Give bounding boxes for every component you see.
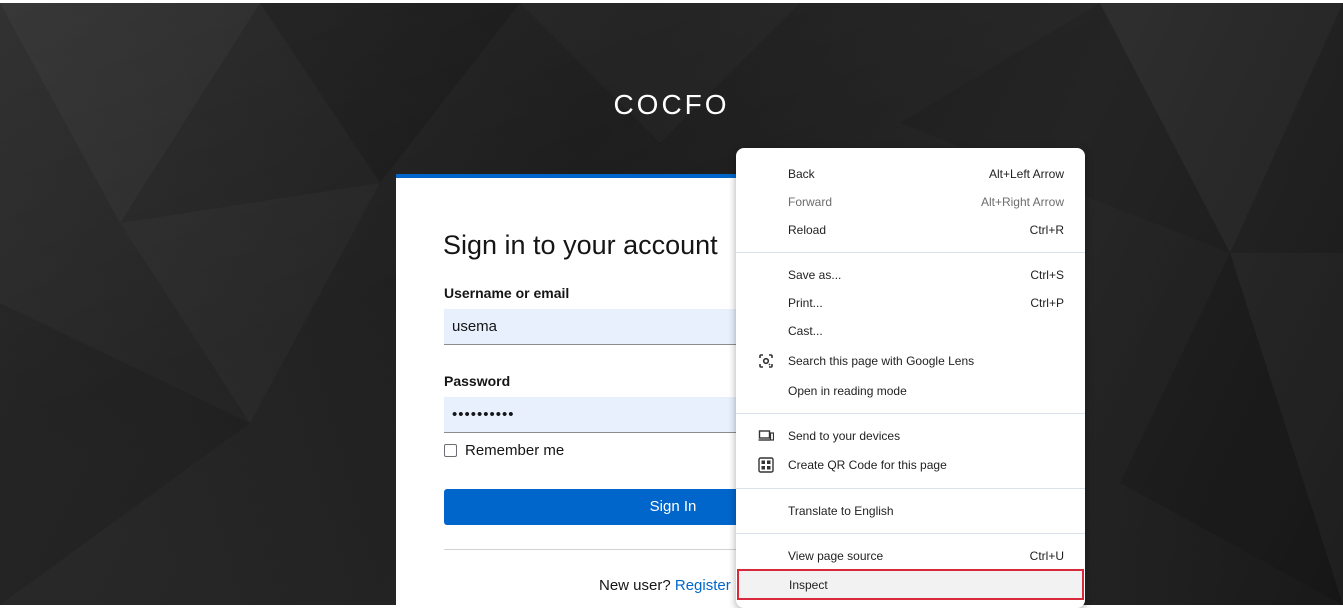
menu-separator: [736, 488, 1085, 489]
menu-item-label: Search this page with Google Lens: [788, 354, 975, 368]
menu-item-reload[interactable]: Reload Ctrl+R: [736, 216, 1085, 244]
menu-item-translate[interactable]: Translate to English: [736, 497, 1085, 525]
register-prompt: New user? Register: [599, 577, 731, 594]
menu-item-forward[interactable]: Forward Alt+Right Arrow: [736, 188, 1085, 216]
menu-item-reading-mode[interactable]: Open in reading mode: [736, 377, 1085, 405]
menu-item-label: Reload: [788, 223, 827, 237]
menu-item-label: Save as...: [788, 268, 842, 282]
menu-item-send-to-devices[interactable]: Send to your devices: [736, 422, 1085, 450]
menu-item-view-source[interactable]: View page source Ctrl+U: [736, 542, 1085, 570]
menu-item-label: Forward: [788, 195, 833, 209]
menu-item-label: Back: [788, 167, 815, 181]
username-label: Username or email: [444, 285, 570, 301]
remember-me-label: Remember me: [465, 442, 565, 459]
menu-item-label: Open in reading mode: [788, 384, 907, 398]
menu-item-label: Cast...: [788, 324, 823, 338]
devices-icon: [758, 430, 774, 441]
menu-separator: [736, 252, 1085, 253]
menu-item-label: View page source: [788, 549, 884, 563]
menu-item-print[interactable]: Print... Ctrl+P: [736, 289, 1085, 317]
menu-item-shortcut: Ctrl+U: [1029, 549, 1064, 563]
menu-item-qr-code[interactable]: Create QR Code for this page: [736, 451, 1085, 479]
menu-separator: [736, 533, 1085, 534]
page-title: Sign in to your account: [443, 230, 718, 260]
menu-item-label: Send to your devices: [788, 429, 901, 443]
menu-item-save-as[interactable]: Save as... Ctrl+S: [736, 261, 1085, 289]
remember-me[interactable]: Remember me: [444, 442, 564, 459]
menu-item-shortcut: Alt+Right Arrow: [980, 195, 1064, 209]
brand-logo-text: COCFO: [613, 89, 730, 120]
menu-item-label: Create QR Code for this page: [788, 458, 947, 472]
password-label: Password: [444, 373, 511, 389]
menu-item-label: Inspect: [789, 578, 828, 592]
login-page-background: COCFO Sign in to your account Username o…: [0, 3, 1343, 605]
menu-separator: [736, 413, 1085, 414]
register-link[interactable]: Register: [675, 577, 731, 594]
menu-item-label: Print...: [788, 296, 823, 310]
menu-item-label: Translate to English: [788, 504, 894, 518]
menu-item-shortcut: Ctrl+S: [1030, 268, 1064, 282]
menu-item-shortcut: Ctrl+R: [1029, 223, 1064, 237]
menu-item-shortcut: Ctrl+P: [1030, 296, 1064, 310]
menu-item-back[interactable]: Back Alt+Left Arrow: [736, 160, 1085, 188]
remember-me-checkbox[interactable]: [444, 444, 457, 457]
menu-item-cast[interactable]: Cast...: [736, 317, 1085, 345]
google-lens-icon: [759, 354, 773, 368]
menu-item-inspect[interactable]: Inspect: [737, 569, 1084, 600]
qr-code-icon: [758, 457, 774, 473]
context-menu: Back Alt+Left Arrow Forward Alt+Right Ar…: [736, 148, 1085, 608]
menu-item-shortcut: Alt+Left Arrow: [988, 167, 1064, 181]
new-user-text: New user?: [599, 577, 671, 594]
menu-item-google-lens[interactable]: Search this page with Google Lens: [736, 347, 1085, 375]
